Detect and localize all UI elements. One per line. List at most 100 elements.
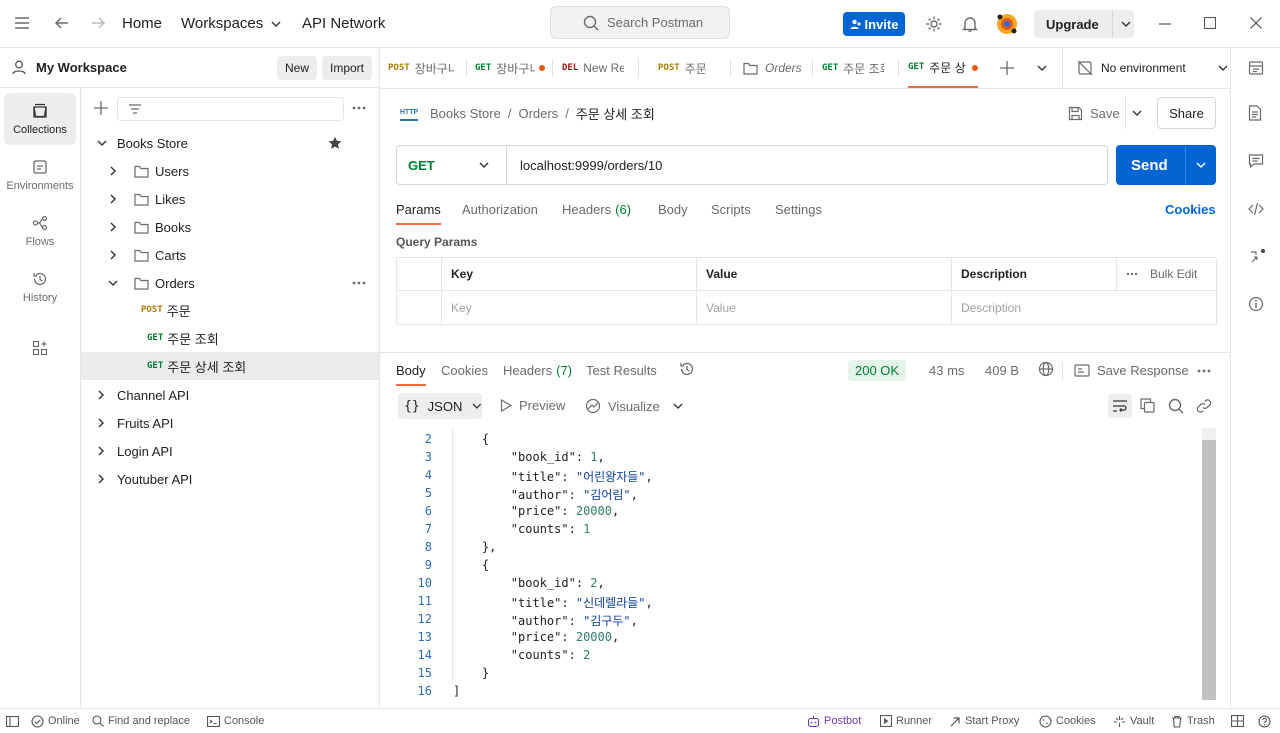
chevron-down-icon[interactable] (673, 403, 683, 409)
globe-icon[interactable] (1038, 361, 1054, 377)
runner-button[interactable]: Runner (880, 709, 932, 733)
sidebar-item-environments[interactable]: Environments (4, 149, 76, 201)
tab-scripts[interactable]: Scripts (711, 202, 751, 217)
environment-quicklook-icon[interactable] (1248, 60, 1264, 76)
collection-youtuber-api[interactable]: Youtuber API (81, 465, 379, 493)
upgrade-button[interactable]: Upgrade (1034, 10, 1134, 38)
vault-button[interactable]: Vault (1113, 709, 1154, 733)
pane-divider[interactable] (380, 352, 1230, 353)
search-input[interactable]: Search Postman (550, 6, 730, 39)
documentation-icon[interactable] (1248, 105, 1262, 121)
send-button[interactable]: Send (1116, 145, 1216, 185)
postbot-button[interactable]: Postbot (807, 709, 861, 733)
collection-channel-api[interactable]: Channel API (81, 381, 379, 409)
sidebar-item-history[interactable]: History (4, 261, 76, 313)
gear-icon[interactable] (925, 15, 943, 33)
new-button[interactable]: New (277, 56, 318, 80)
close-icon[interactable] (1250, 17, 1262, 29)
tab-get-orders[interactable]: GET 주문 조회 (822, 48, 884, 88)
help-icon[interactable] (1258, 709, 1271, 733)
tab-get-cart[interactable]: GET 장바구니 (475, 48, 535, 88)
folder-books[interactable]: Books (81, 213, 379, 241)
comments-icon[interactable] (1248, 153, 1264, 169)
console-button[interactable]: Console (207, 709, 264, 733)
tab-post-order[interactable]: POST 주문 (658, 48, 728, 88)
save-button[interactable]: Save (1068, 103, 1120, 123)
environment-selector[interactable]: No environment (1062, 48, 1230, 88)
collection-login-api[interactable]: Login API (81, 437, 379, 465)
cookies-link[interactable]: Cookies (1165, 202, 1216, 217)
sidebar-item-collections[interactable]: Collections (4, 93, 76, 145)
history-icon[interactable] (679, 361, 695, 377)
import-button[interactable]: Import (322, 56, 373, 80)
link-icon[interactable] (1196, 398, 1212, 414)
request-get-order-detail[interactable]: GET 주문 상세 조회 (81, 352, 379, 380)
tab-orders-folder[interactable]: Orders (743, 48, 813, 88)
back-arrow-icon[interactable] (54, 15, 70, 31)
add-panel-icon[interactable] (32, 340, 48, 356)
tab-authorization[interactable]: Authorization (462, 202, 538, 217)
more-options-icon[interactable] (352, 106, 366, 110)
description-input[interactable]: Description (952, 291, 1217, 325)
copy-icon[interactable] (1140, 398, 1155, 413)
find-replace-button[interactable]: Find and replace (92, 709, 190, 733)
related-collections-icon[interactable] (1248, 248, 1266, 266)
filter-input[interactable] (117, 97, 344, 121)
forward-arrow-icon[interactable] (90, 15, 106, 31)
folder-users[interactable]: Users (81, 157, 379, 185)
tab-del-new-request[interactable]: DEL New Re (562, 48, 624, 88)
request-post-order[interactable]: POST 주문 (81, 296, 379, 324)
tab-get-order-detail[interactable]: GET 주문 상 (908, 48, 978, 88)
wrap-lines-icon[interactable] (1108, 394, 1132, 418)
method-select[interactable]: GET (397, 146, 507, 184)
url-input[interactable]: localhost:9999/orders/10 (520, 158, 662, 173)
response-time[interactable]: 43 ms (929, 363, 964, 378)
scrollbar-thumb[interactable] (1202, 440, 1216, 700)
chevron-down-icon[interactable] (1132, 110, 1142, 116)
tab-response-cookies[interactable]: Cookies (441, 363, 488, 378)
tab-response-headers[interactable]: Headers (7) (503, 363, 572, 378)
response-size[interactable]: 409 B (985, 363, 1019, 378)
folder-likes[interactable]: Likes (81, 185, 379, 213)
menu-icon[interactable] (14, 16, 30, 30)
tab-params[interactable]: Params (396, 202, 441, 225)
maximize-icon[interactable] (1204, 17, 1216, 29)
plus-icon[interactable] (1000, 61, 1014, 75)
tab-headers[interactable]: Headers (6) (562, 202, 631, 217)
code-icon[interactable] (1248, 202, 1264, 216)
bulk-edit-button[interactable]: Bulk Edit (1117, 258, 1217, 291)
nav-api-network[interactable]: API Network (302, 15, 385, 32)
response-body-viewer[interactable]: 2 {3 "book_id": 1, 4 "title": "어린왕자들", 5 "… (380, 428, 1216, 700)
folder-carts[interactable]: Carts (81, 241, 379, 269)
breadcrumb-collection[interactable]: Books Store (430, 106, 501, 121)
plus-icon[interactable] (94, 101, 108, 115)
visualize-button[interactable]: Visualize (585, 398, 660, 414)
breadcrumb-request[interactable]: 주문 상세 조회 (576, 104, 655, 123)
avatar[interactable] (995, 12, 1019, 36)
chevron-down-icon[interactable] (1037, 65, 1047, 71)
trash-button[interactable]: Trash (1171, 709, 1215, 733)
tab-settings[interactable]: Settings (775, 202, 822, 217)
save-response-button[interactable]: Save Response (1074, 363, 1189, 378)
info-icon[interactable] (1248, 296, 1264, 312)
cookies-button[interactable]: Cookies (1039, 709, 1096, 733)
tab-test-results[interactable]: Test Results (586, 363, 657, 378)
workspace-name[interactable]: My Workspace (36, 60, 127, 75)
toggle-sidebar-icon[interactable] (6, 709, 19, 733)
more-options-icon[interactable] (1197, 369, 1211, 373)
preview-button[interactable]: Preview (500, 398, 565, 413)
nav-workspaces[interactable]: Workspaces (181, 15, 281, 32)
layout-icon[interactable] (1231, 709, 1244, 733)
nav-home[interactable]: Home (122, 15, 162, 32)
format-select[interactable]: {} JSON (398, 393, 482, 419)
start-proxy-button[interactable]: Start Proxy (949, 709, 1019, 733)
collection-fruits-api[interactable]: Fruits API (81, 409, 379, 437)
collection-books-store[interactable]: Books Store (81, 129, 379, 157)
breadcrumb-folder[interactable]: Orders (518, 106, 558, 121)
folder-orders[interactable]: Orders (81, 269, 379, 297)
share-button[interactable]: Share (1157, 97, 1216, 129)
tab-response-body[interactable]: Body (396, 363, 426, 386)
tab-post-cart[interactable]: POST 장바구니 (388, 48, 454, 88)
invite-button[interactable]: Invite (843, 12, 905, 36)
sidebar-item-flows[interactable]: Flows (4, 205, 76, 257)
